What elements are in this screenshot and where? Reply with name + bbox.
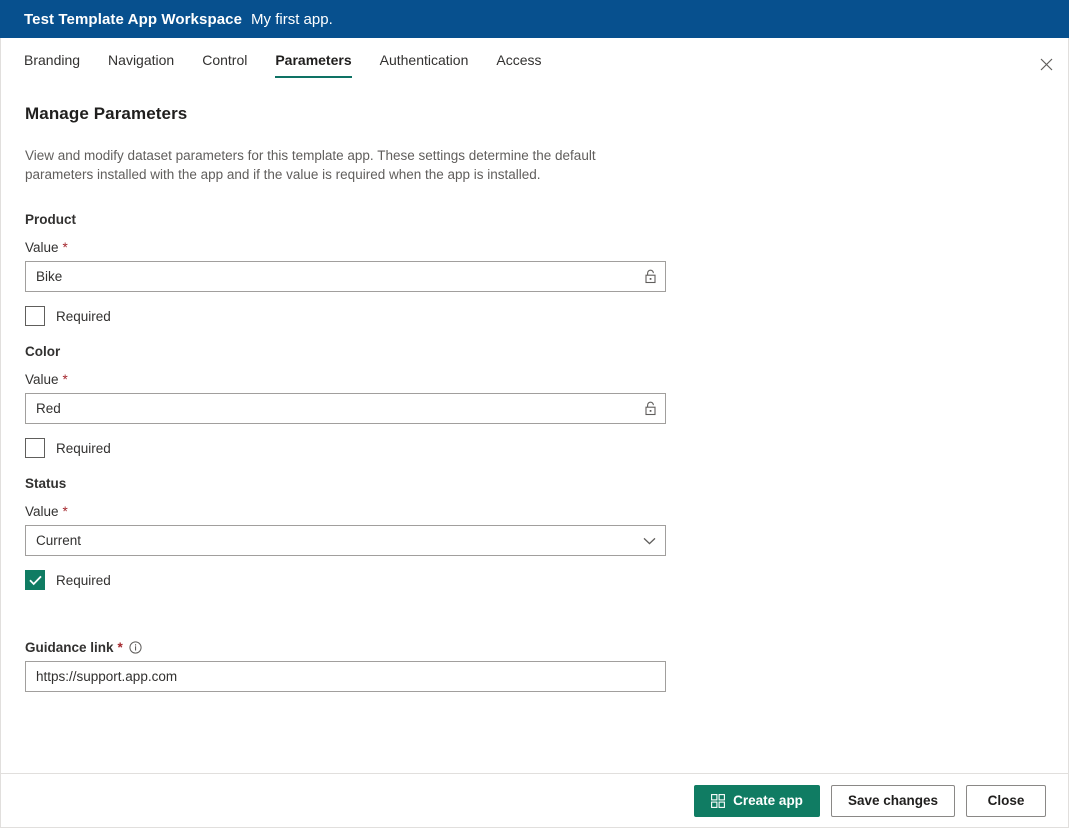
value-label-color: Value * [25, 372, 1044, 387]
tab-branding[interactable]: Branding [24, 52, 80, 78]
close-button[interactable]: Close [966, 784, 1046, 817]
page-title: Manage Parameters [25, 104, 188, 123]
checkbox-box [25, 570, 45, 590]
page-description: View and modify dataset parameters for t… [25, 148, 596, 182]
checkbox-label: Required [56, 440, 111, 456]
tab-access[interactable]: Access [496, 52, 541, 78]
guidance-link-label-text: Guidance link [25, 640, 114, 655]
value-input-product[interactable] [25, 261, 666, 292]
value-dropdown-status[interactable]: Current [25, 525, 666, 556]
workspace-title: Test Template App Workspace [24, 10, 243, 28]
parameters-panel: Manage Parameters View and modify datase… [1, 82, 1068, 773]
value-label-text: Value [25, 240, 59, 255]
value-input-wrap-product [25, 261, 666, 292]
apps-grid-icon [711, 793, 726, 808]
parameter-name-product: Product [25, 212, 77, 227]
required-asterisk: * [117, 639, 123, 655]
parameter-group-product: Product Value * Bike Required [25, 212, 1044, 326]
parameter-group-status: Status Value * Current Required [25, 476, 1044, 590]
dialog-frame: Branding Navigation Control Parameters A… [0, 38, 1069, 828]
info-icon[interactable] [129, 641, 142, 654]
guidance-link-label: Guidance link * [25, 640, 1044, 655]
checkbox-box [25, 438, 45, 458]
value-label-product: Value * [25, 240, 1044, 255]
value-label-text: Value [25, 372, 59, 387]
value-input-wrap-color [25, 393, 666, 424]
checkbox-label: Required [56, 308, 111, 324]
tab-navigation[interactable]: Navigation [108, 52, 174, 78]
tab-authentication[interactable]: Authentication [380, 52, 469, 78]
required-asterisk: * [62, 503, 68, 519]
value-label-status: Value * [25, 504, 1044, 519]
value-label-text: Value [25, 504, 59, 519]
guidance-link-input[interactable] [25, 661, 666, 692]
required-asterisk: * [62, 239, 68, 255]
create-app-button[interactable]: Create app [694, 784, 820, 817]
parameter-name-status: Status [25, 476, 67, 491]
guidance-link-input-wrap [25, 661, 666, 692]
close-label: Close [987, 793, 1025, 808]
value-input-color[interactable] [25, 393, 666, 424]
create-app-label: Create app [733, 793, 803, 808]
template-app-dialog: Test Template App Workspace My first app… [0, 0, 1069, 828]
required-asterisk: * [62, 371, 68, 387]
dialog-footer: Create app Save changes Close [1, 773, 1068, 827]
app-name: My first app. [251, 10, 333, 28]
close-icon [1040, 58, 1053, 71]
checkbox-label: Required [56, 572, 111, 588]
save-changes-button[interactable]: Save changes [830, 784, 955, 817]
checkbox-box [25, 306, 45, 326]
close-dialog-button[interactable] [1033, 51, 1059, 77]
tab-parameters[interactable]: Parameters [275, 52, 352, 78]
required-checkbox-color[interactable]: Required [25, 438, 111, 458]
parameter-name-color: Color [25, 344, 61, 359]
guidance-link-group: Guidance link * [25, 640, 1044, 692]
value-select-wrap-status: Current [25, 525, 666, 556]
parameter-group-color: Color Value * Red Required [25, 344, 1044, 458]
save-changes-label: Save changes [847, 793, 938, 808]
title-bar: Test Template App Workspace My first app… [0, 0, 1069, 38]
tab-strip: Branding Navigation Control Parameters A… [1, 38, 1068, 82]
dropdown-selected-value: Current [36, 533, 82, 548]
tab-control[interactable]: Control [202, 52, 247, 78]
required-checkbox-status[interactable]: Required [25, 570, 111, 590]
required-checkbox-product[interactable]: Required [25, 306, 111, 326]
